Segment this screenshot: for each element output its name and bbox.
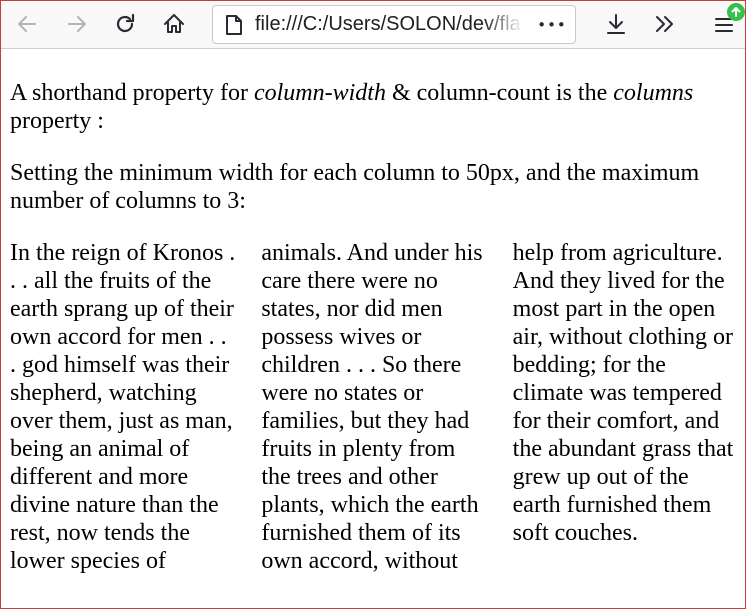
download-icon: [607, 14, 625, 34]
reload-icon: [116, 13, 135, 33]
forward-button[interactable]: [60, 7, 94, 41]
arrow-left-icon: [18, 16, 36, 32]
home-icon: [164, 14, 184, 33]
page-actions-button[interactable]: •••: [537, 14, 567, 36]
page-content: A shorthand property for column-width & …: [10, 59, 738, 575]
url-bar[interactable]: file:///C:/Users/SOLON/dev/fla •••: [212, 5, 576, 44]
main-menu-button[interactable]: [707, 3, 745, 41]
shorthand-paragraph: A shorthand property for column-width & …: [10, 79, 738, 135]
page-icon: [223, 13, 245, 37]
update-arrow-icon: [731, 7, 741, 17]
double-chevron-icon: [656, 16, 673, 32]
reload-button[interactable]: [108, 7, 142, 41]
text-segment: & column-count is the: [385, 80, 614, 106]
columns-term: columns: [613, 80, 694, 106]
downloads-button[interactable]: [599, 7, 633, 41]
arrow-right-icon: [68, 16, 86, 32]
column-width-term: column-width: [253, 80, 386, 106]
text-segment: A shorthand property for: [10, 80, 254, 106]
browser-toolbar: file:///C:/Users/SOLON/dev/fla •••: [1, 1, 745, 49]
overflow-menu-button[interactable]: [647, 7, 681, 41]
back-button[interactable]: [10, 7, 44, 41]
update-badge: [727, 3, 745, 21]
text-segment: property :: [10, 108, 104, 134]
setting-paragraph: Setting the minimum width for each colum…: [10, 160, 700, 214]
home-button[interactable]: [157, 7, 191, 41]
multi-column-text: In the reign of Kronos . . . all the fru…: [10, 240, 734, 574]
url-text[interactable]: file:///C:/Users/SOLON/dev/fla: [255, 13, 523, 36]
